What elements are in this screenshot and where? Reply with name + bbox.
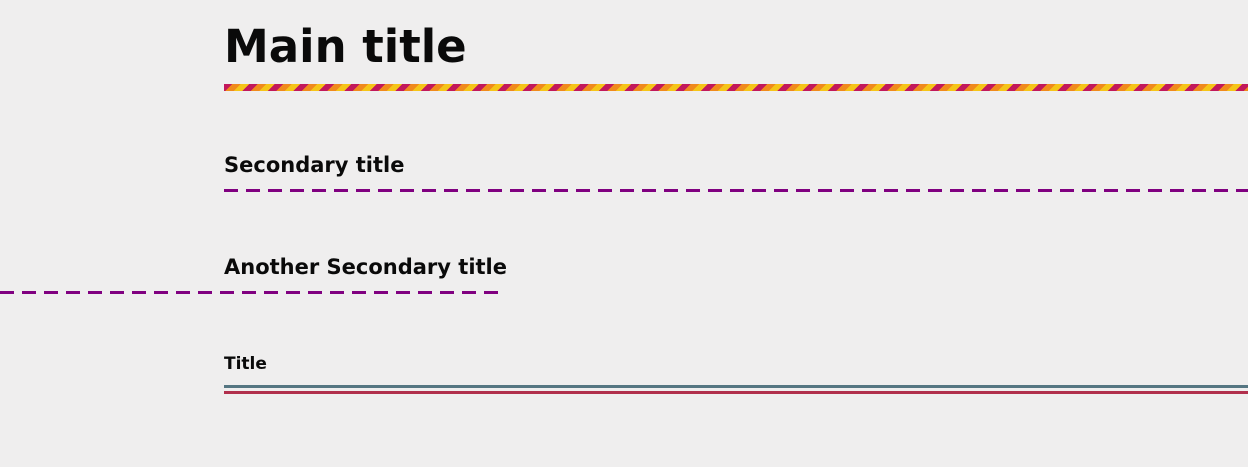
title-underline-slate bbox=[224, 385, 1248, 388]
secondary-title: Secondary title bbox=[224, 153, 405, 177]
main-title: Main title bbox=[224, 20, 467, 73]
secondary-title-dashed-underline bbox=[224, 189, 1248, 192]
title-underline-crimson bbox=[224, 391, 1248, 394]
title: Title bbox=[224, 354, 267, 374]
another-secondary-title: Another Secondary title bbox=[224, 255, 507, 279]
page: Main title Secondary title Another Secon… bbox=[0, 0, 1248, 467]
main-title-striped-underline bbox=[224, 84, 1248, 91]
another-secondary-title-dashed-underline bbox=[0, 291, 500, 294]
